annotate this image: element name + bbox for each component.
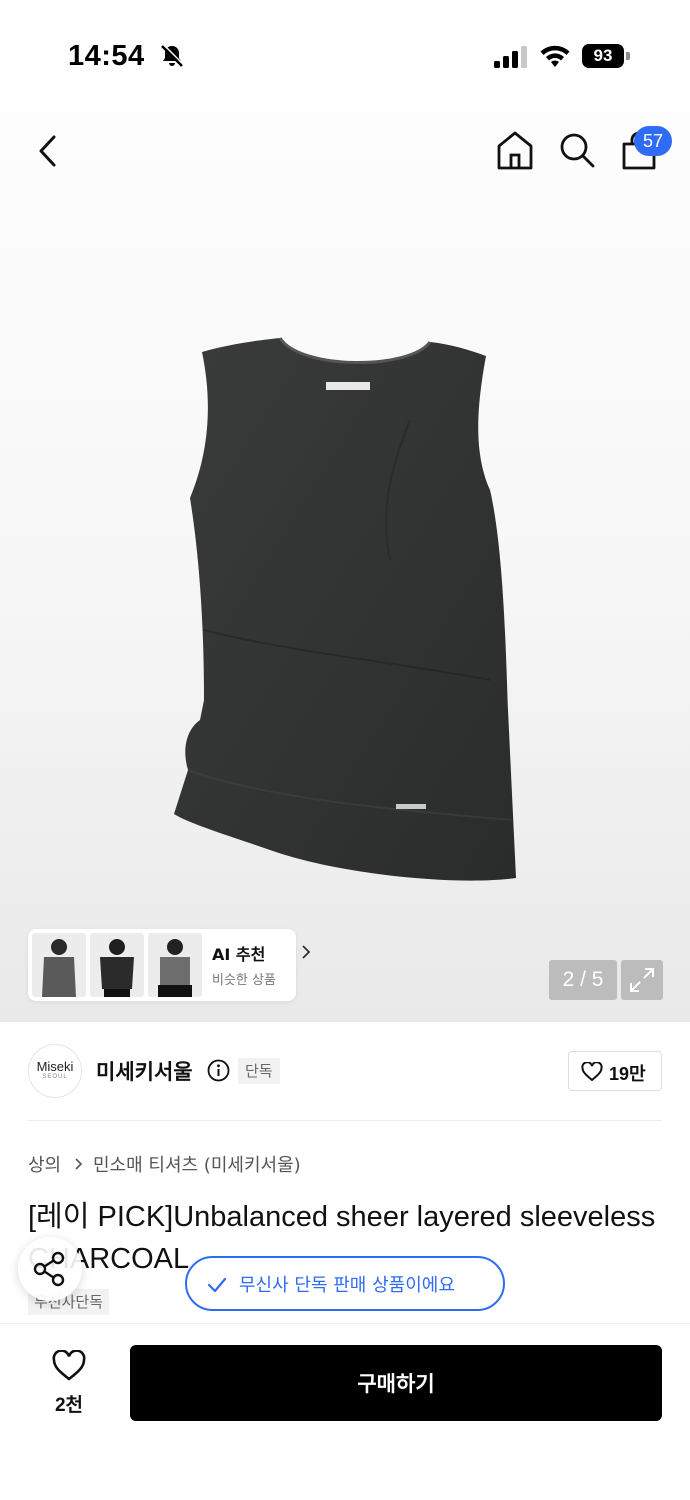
exclusive-tag: 단독 xyxy=(238,1058,280,1084)
wishlist-button[interactable]: 2천 xyxy=(40,1348,98,1420)
brand-like-count: 19만 xyxy=(609,1064,646,1084)
ai-thumbnail-1 xyxy=(32,933,86,997)
expand-icon xyxy=(630,968,654,992)
bell-slash-icon xyxy=(161,44,184,67)
ai-recommend-subtitle: 비슷한 상품 xyxy=(212,973,276,988)
home-icon xyxy=(497,131,533,170)
ai-thumbnail-2 xyxy=(90,933,144,997)
product-label xyxy=(326,382,370,390)
share-icon xyxy=(33,1251,65,1287)
buy-button[interactable]: 구매하기 xyxy=(130,1345,662,1421)
brand-name[interactable]: 미세키서울 xyxy=(96,1056,193,1086)
brand-like-button[interactable]: 19만 xyxy=(568,1051,662,1091)
chevron-right-icon xyxy=(75,1158,83,1170)
brand-logo-text: Miseki xyxy=(36,1059,74,1074)
chevron-left-icon xyxy=(39,135,56,167)
battery-indicator: 93 xyxy=(582,44,630,68)
ai-thumbnail-3 xyxy=(148,933,202,997)
share-button[interactable] xyxy=(18,1237,82,1301)
info-icon[interactable] xyxy=(207,1059,230,1082)
heart-icon xyxy=(581,1062,603,1082)
battery-nub xyxy=(626,52,630,60)
battery-level: 93 xyxy=(582,44,624,68)
breadcrumb-category[interactable]: 상의 xyxy=(28,1151,61,1177)
breadcrumb-subcategory[interactable]: 민소매 티셔츠 (미세키서울) xyxy=(93,1151,301,1177)
wifi-icon xyxy=(540,45,570,67)
brand-logo[interactable]: Miseki SEOUL xyxy=(28,1044,82,1098)
brand-logo-subtext: SEOUL xyxy=(42,1074,68,1080)
expand-image-button[interactable] xyxy=(621,960,663,1000)
cart-count-badge: 57 xyxy=(634,126,672,156)
back-button[interactable] xyxy=(30,128,70,174)
heart-icon xyxy=(52,1350,86,1381)
ai-recommend-card[interactable]: AI 추천 비슷한 상품 xyxy=(28,929,311,1001)
home-button[interactable] xyxy=(494,128,536,172)
image-pager: 2 / 5 xyxy=(549,960,617,1000)
wishlist-count: 2천 xyxy=(54,1395,84,1416)
search-icon xyxy=(560,133,595,168)
exclusive-toast: 무신사 단독 판매 상품이에요 xyxy=(185,1256,505,1311)
search-button[interactable] xyxy=(556,128,598,172)
status-time: 14:54 xyxy=(68,40,145,72)
toast-text: 무신사 단독 판매 상품이에요 xyxy=(239,1275,455,1296)
product-image[interactable] xyxy=(160,330,540,890)
chevron-right-icon xyxy=(302,945,311,959)
check-icon xyxy=(207,1277,227,1293)
cellular-signal-icon xyxy=(494,46,527,68)
bottom-bar-divider xyxy=(0,1323,690,1324)
divider xyxy=(28,1120,662,1121)
ai-recommend-title: AI 추천 xyxy=(212,945,266,964)
status-bar: 14:54 93 xyxy=(0,30,690,82)
